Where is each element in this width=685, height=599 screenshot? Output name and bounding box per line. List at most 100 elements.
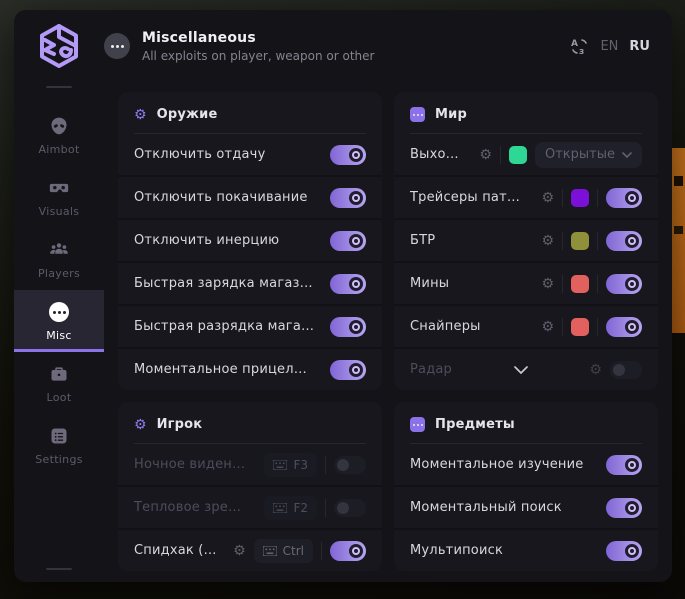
sidebar-item-players[interactable]: Players bbox=[14, 228, 104, 290]
row-speedhack: Спидхак (x1.8) ⚙ Ctrl bbox=[118, 528, 382, 571]
app-logo bbox=[14, 23, 104, 69]
sg-cube-logo-icon bbox=[37, 23, 81, 69]
section-weapon: ⚙ Оружие Отключить отдачу Отключить пока… bbox=[118, 92, 382, 390]
sidebar-item-aimbot[interactable]: Aimbot bbox=[14, 104, 104, 166]
page-title: Miscellaneous bbox=[142, 30, 374, 46]
row-no-inertia: Отключить инерцию bbox=[118, 218, 382, 261]
page-subtitle: All exploits on player, weapon or other bbox=[142, 49, 374, 63]
separator bbox=[597, 232, 598, 250]
toggle[interactable] bbox=[330, 541, 366, 561]
keyboard-icon bbox=[263, 546, 277, 556]
sidebar-item-visuals[interactable]: Visuals bbox=[14, 166, 104, 228]
section-player: ⚙ Игрок Ночное видение F3 bbox=[118, 402, 382, 571]
sidebar-item-settings[interactable]: Settings bbox=[14, 414, 104, 476]
section-title: Оружие bbox=[157, 107, 218, 122]
row-fast-unload: Быстрая разрядка магазинов bbox=[118, 304, 382, 347]
hotkey-badge[interactable]: Ctrl bbox=[254, 539, 313, 563]
toggle[interactable] bbox=[606, 541, 642, 561]
gear-icon[interactable]: ⚙ bbox=[541, 191, 554, 205]
gear-icon: ⚙ bbox=[134, 418, 147, 432]
section-items: Предметы Моментальное изучение Моменталь… bbox=[394, 402, 658, 571]
row-mines: Мины ⚙ bbox=[394, 261, 658, 304]
translate-icon[interactable]: A з bbox=[570, 37, 589, 56]
row-btr: БТР ⚙ bbox=[394, 218, 658, 261]
items-dots-icon bbox=[410, 417, 425, 432]
cheat-menu-window: Miscellaneous All exploits on player, we… bbox=[14, 10, 672, 582]
hotkey-badge[interactable]: F2 bbox=[264, 496, 317, 520]
toggle[interactable] bbox=[606, 498, 642, 518]
toggle[interactable] bbox=[330, 145, 366, 165]
section-world: Мир Выходы ⚙ Открытые bbox=[394, 92, 658, 390]
gear-icon[interactable]: ⚙ bbox=[233, 544, 246, 558]
separator bbox=[562, 318, 563, 336]
exits-dropdown[interactable]: Открытые bbox=[535, 142, 642, 168]
color-swatch[interactable] bbox=[571, 232, 589, 250]
toggle[interactable] bbox=[330, 231, 366, 251]
row-fast-reload: Быстрая зарядка магазинов bbox=[118, 261, 382, 304]
row-no-sway: Отключить покачивание bbox=[118, 175, 382, 218]
row-instant-aim: Моментальное прицеливание bbox=[118, 347, 382, 390]
row-multisearch: Мультипоиск bbox=[394, 528, 658, 571]
row-exits: Выходы ⚙ Открытые bbox=[394, 134, 658, 175]
settings-list-icon bbox=[49, 426, 69, 446]
row-instant-search: Моментальный поиск bbox=[394, 485, 658, 528]
sidebar-divider bbox=[46, 86, 72, 88]
toggle[interactable] bbox=[606, 231, 642, 251]
row-no-recoil: Отключить отдачу bbox=[118, 134, 382, 175]
keyboard-icon bbox=[273, 460, 287, 470]
svg-text:A: A bbox=[571, 39, 578, 49]
misc-ellipsis-icon bbox=[49, 302, 69, 322]
briefcase-icon bbox=[49, 364, 69, 384]
gear-icon[interactable]: ⚙ bbox=[479, 148, 492, 162]
lang-en-button[interactable]: EN bbox=[600, 39, 618, 54]
toggle[interactable] bbox=[606, 188, 642, 208]
toggle[interactable] bbox=[330, 188, 366, 208]
vr-goggles-icon bbox=[48, 178, 70, 198]
toggle[interactable] bbox=[330, 274, 366, 294]
color-swatch[interactable] bbox=[571, 275, 589, 293]
gear-icon: ⚙ bbox=[134, 108, 147, 122]
section-title: Предметы bbox=[435, 417, 515, 432]
background-game-artifact bbox=[672, 148, 685, 333]
hotkey-badge[interactable]: F3 bbox=[264, 453, 317, 477]
toggle[interactable] bbox=[606, 274, 642, 294]
toggle[interactable] bbox=[606, 455, 642, 475]
color-swatch[interactable] bbox=[509, 146, 527, 164]
row-radar: Радар ⚙ bbox=[394, 347, 658, 390]
window-header: Miscellaneous All exploits on player, we… bbox=[14, 10, 672, 82]
row-night-vision: Ночное видение F3 bbox=[118, 444, 382, 485]
toggle[interactable] bbox=[606, 317, 642, 337]
row-thermal-vision: Тепловое зрение F2 bbox=[118, 485, 382, 528]
svg-text:з: з bbox=[579, 47, 584, 56]
gear-icon[interactable]: ⚙ bbox=[541, 234, 554, 248]
separator bbox=[597, 275, 598, 293]
expand-chevron-icon[interactable] bbox=[514, 366, 528, 374]
sidebar-item-misc[interactable]: Misc bbox=[14, 290, 104, 352]
row-snipers: Снайперы ⚙ bbox=[394, 304, 658, 347]
chevron-down-icon bbox=[622, 152, 632, 158]
lang-ru-button[interactable]: RU bbox=[629, 39, 650, 54]
section-title: Игрок bbox=[157, 417, 203, 432]
separator bbox=[562, 232, 563, 250]
toggle[interactable] bbox=[330, 360, 366, 380]
toggle[interactable] bbox=[334, 499, 366, 517]
separator bbox=[325, 456, 326, 474]
players-group-icon bbox=[48, 240, 70, 260]
page-ellipsis-badge bbox=[104, 33, 130, 59]
sidebar-item-loot[interactable]: Loot bbox=[14, 352, 104, 414]
toggle[interactable] bbox=[334, 456, 366, 474]
gear-icon[interactable]: ⚙ bbox=[589, 363, 602, 377]
toggle[interactable] bbox=[610, 361, 642, 379]
world-dots-icon bbox=[410, 107, 425, 122]
color-swatch[interactable] bbox=[571, 318, 589, 336]
row-instant-examine: Моментальное изучение bbox=[394, 444, 658, 485]
content-area: ⚙ Оружие Отключить отдачу Отключить пока… bbox=[104, 82, 672, 582]
sidebar: Aimbot Visuals bbox=[14, 82, 104, 582]
row-bullet-tracers: Трейсеры патронов ⚙ bbox=[394, 175, 658, 218]
color-swatch[interactable] bbox=[571, 189, 589, 207]
toggle[interactable] bbox=[330, 317, 366, 337]
separator bbox=[562, 189, 563, 207]
gear-icon[interactable]: ⚙ bbox=[541, 277, 554, 291]
sidebar-bottom-divider bbox=[46, 568, 72, 570]
gear-icon[interactable]: ⚙ bbox=[541, 320, 554, 334]
